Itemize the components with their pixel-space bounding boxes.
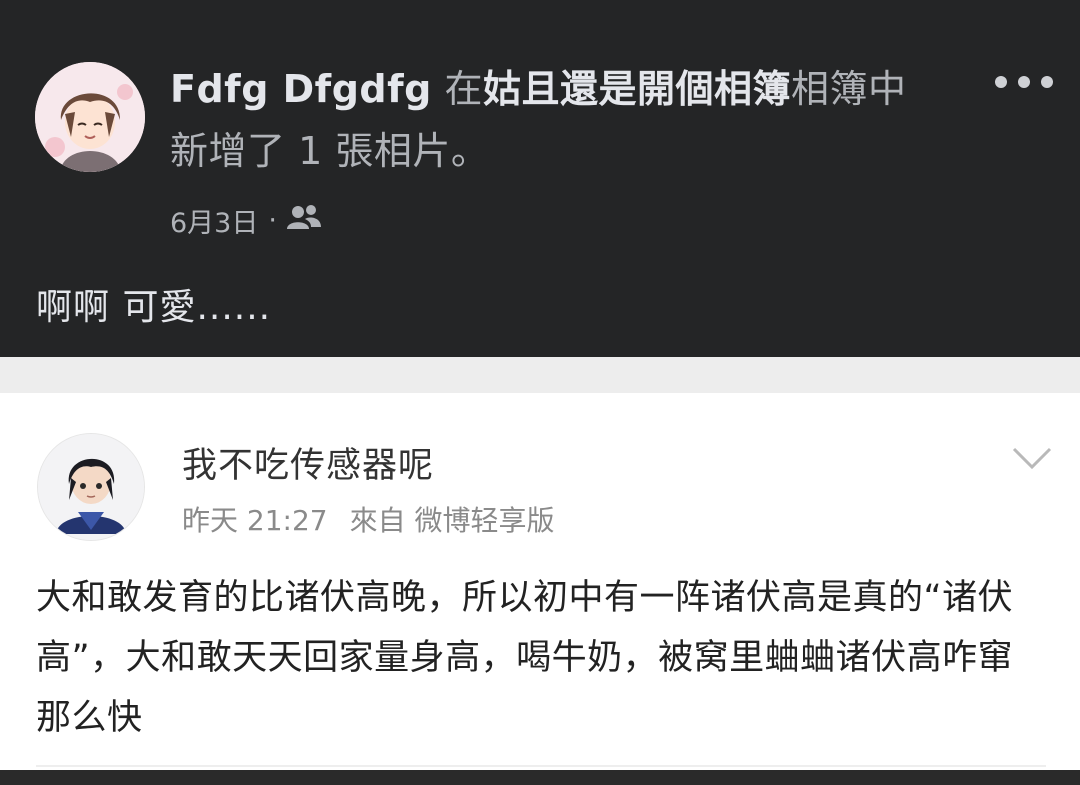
post-divider xyxy=(36,765,1046,767)
friends-icon[interactable] xyxy=(286,203,321,238)
more-horizontal-icon[interactable] xyxy=(995,64,1053,100)
header-text-added: 新增了 1 張相片。 xyxy=(170,129,490,173)
bottom-edge xyxy=(0,770,1080,785)
post-date[interactable]: 6月3日 xyxy=(170,201,258,240)
post-source[interactable]: 來自 微博轻享版 xyxy=(350,499,555,539)
post-body: 大和敢发育的比诸伏高晚，所以初中有一阵诸伏高是真的“诸伏高”，大和敢天天回家量身… xyxy=(36,578,1014,738)
facebook-post: Fdfg Dfgdfg 在姑且還是開個相簿相簿中 新增了 1 張相片。 6月3日… xyxy=(0,0,1080,357)
chevron-down-icon[interactable] xyxy=(1010,443,1054,473)
section-divider xyxy=(0,357,1080,393)
username[interactable]: 我不吃传感器呢 xyxy=(182,437,434,488)
meta-separator: · xyxy=(268,204,277,236)
author-avatar[interactable] xyxy=(35,62,145,172)
post-caption: 啊啊 可愛...... xyxy=(36,287,272,328)
user-avatar[interactable] xyxy=(37,433,145,541)
anime-avatar-image xyxy=(35,62,145,172)
post-meta: 6月3日 · xyxy=(170,200,321,240)
post-time: 昨天 21:27 xyxy=(182,504,328,537)
author-name[interactable]: Fdfg Dfgdfg xyxy=(170,67,432,111)
post-meta: 昨天 21:27 來自 微博轻享版 xyxy=(182,499,555,539)
header-text-in: 在 xyxy=(444,67,483,111)
chibi-avatar-image xyxy=(38,434,144,540)
header-text-album: 相簿中 xyxy=(790,67,907,111)
post-header: Fdfg Dfgdfg 在姑且還是開個相簿相簿中 新增了 1 張相片。 xyxy=(170,58,960,182)
album-name-link[interactable]: 姑且還是開個相簿 xyxy=(483,67,791,111)
weibo-post: 我不吃传感器呢 昨天 21:27 來自 微博轻享版 大和敢发育的比诸伏高晚，所以… xyxy=(0,393,1080,785)
